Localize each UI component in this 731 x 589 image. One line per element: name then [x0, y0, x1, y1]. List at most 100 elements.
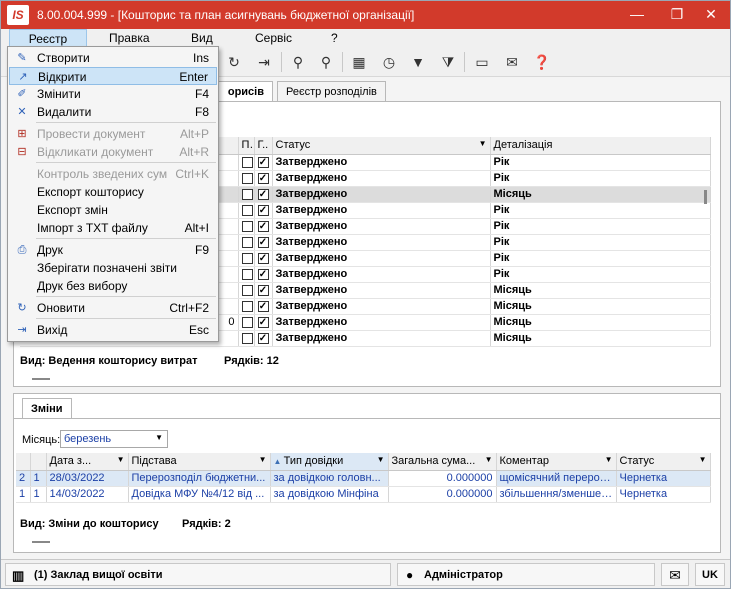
menu-item-12[interactable]: Зберігати позначені звіти: [9, 259, 217, 277]
checkbox-checked[interactable]: ✓: [257, 156, 269, 168]
splitter-handle[interactable]: [32, 378, 50, 380]
filter-icon[interactable]: ▼: [407, 51, 429, 73]
column-header-kind[interactable]: [30, 453, 47, 471]
checkbox-checked[interactable]: ✓: [257, 252, 269, 264]
checkbox-checked[interactable]: ✓: [257, 220, 269, 232]
checkbox-unchecked[interactable]: [241, 204, 253, 216]
month-select[interactable]: березень ▼: [60, 430, 168, 448]
clock-icon[interactable]: ◷: [378, 51, 400, 73]
column-header-detail[interactable]: Деталізація: [490, 137, 711, 155]
checkbox-p[interactable]: [238, 330, 255, 347]
menu-item-13[interactable]: Друк без вибору: [9, 277, 217, 295]
close-button[interactable]: ✕: [698, 3, 724, 25]
checkbox-checked[interactable]: ✓: [257, 172, 269, 184]
checkbox-p[interactable]: [238, 250, 255, 267]
refresh-icon[interactable]: ↻: [223, 51, 245, 73]
menu-item-10[interactable]: Імпорт з TXT файлу Alt+I: [9, 219, 217, 237]
column-header-status[interactable]: Статус ▼: [272, 137, 491, 155]
checkbox-p[interactable]: [238, 186, 255, 203]
checkbox-unchecked[interactable]: [241, 236, 253, 248]
menu-item-3[interactable]: ✐ Змінити F4: [9, 85, 217, 103]
checkbox-unchecked[interactable]: [241, 332, 253, 344]
menu-item-14[interactable]: ↻ Оновити Ctrl+F2: [9, 299, 217, 317]
checkbox-g[interactable]: ✓: [254, 202, 273, 219]
table-row[interactable]: 1 1 14/03/2022 Довідка МФУ №4/12 від ... за …: [16, 486, 711, 503]
column-header-g[interactable]: Г..: [254, 137, 273, 155]
checkbox-checked[interactable]: ✓: [257, 316, 269, 328]
checkbox-unchecked[interactable]: [241, 220, 253, 232]
checkbox-checked[interactable]: ✓: [257, 284, 269, 296]
checkbox-checked[interactable]: ✓: [257, 236, 269, 248]
checkbox-g[interactable]: ✓: [254, 234, 273, 251]
checkbox-g[interactable]: ✓: [254, 282, 273, 299]
grid-icon[interactable]: ▦: [348, 51, 370, 73]
column-header-p[interactable]: П..: [238, 137, 255, 155]
menu-item-8[interactable]: Експорт кошторису: [9, 183, 217, 201]
column-header-number[interactable]: [16, 453, 31, 471]
checkbox-unchecked[interactable]: [241, 268, 253, 280]
column-header-status[interactable]: Статус ▼: [616, 453, 711, 471]
column-header-date[interactable]: Дата з... ▼: [46, 453, 129, 471]
menu-item-9[interactable]: Експорт змін: [9, 201, 217, 219]
mail-icon[interactable]: ✉: [501, 51, 523, 73]
menu-help[interactable]: ?: [323, 29, 346, 47]
checkbox-unchecked[interactable]: [241, 188, 253, 200]
search-next-icon[interactable]: ⚲: [315, 51, 337, 73]
checkbox-checked[interactable]: ✓: [257, 204, 269, 216]
checkbox-p[interactable]: [238, 234, 255, 251]
menu-registry[interactable]: Реєстр: [9, 29, 87, 47]
checkbox-p[interactable]: [238, 266, 255, 283]
checkbox-unchecked[interactable]: [241, 252, 253, 264]
column-header-basis[interactable]: Підстава ▼: [128, 453, 271, 471]
organization-cell[interactable]: ▥ (1) Заклад вищої освіти: [5, 563, 391, 586]
checkbox-p[interactable]: [238, 314, 255, 331]
calculator-icon[interactable]: ▭: [471, 51, 493, 73]
column-header-sum[interactable]: Загальна сума... ▼: [388, 453, 497, 471]
checkbox-g[interactable]: ✓: [254, 170, 273, 187]
column-header-comment[interactable]: Коментар ▼: [496, 453, 617, 471]
checkbox-checked[interactable]: ✓: [257, 300, 269, 312]
menu-edit[interactable]: Правка: [101, 29, 158, 47]
checkbox-unchecked[interactable]: [241, 300, 253, 312]
checkbox-g[interactable]: ✓: [254, 154, 273, 171]
tab-allocations[interactable]: Реєстр розподілів: [277, 81, 386, 101]
checkbox-unchecked[interactable]: [241, 172, 253, 184]
checkbox-checked[interactable]: ✓: [257, 268, 269, 280]
user-cell[interactable]: ● Адміністратор: [397, 563, 655, 586]
minimize-button[interactable]: —: [624, 3, 650, 25]
checkbox-unchecked[interactable]: [241, 156, 253, 168]
checkbox-p[interactable]: [238, 202, 255, 219]
checkbox-g[interactable]: ✓: [254, 250, 273, 267]
checkbox-g[interactable]: ✓: [254, 314, 273, 331]
menu-view[interactable]: Вид: [183, 29, 221, 47]
checkbox-unchecked[interactable]: [241, 284, 253, 296]
checkbox-g[interactable]: ✓: [254, 266, 273, 283]
menu-item-15[interactable]: ⇥ Вихід Esc: [9, 321, 217, 339]
checkbox-checked[interactable]: ✓: [257, 332, 269, 344]
checkbox-g[interactable]: ✓: [254, 298, 273, 315]
checkbox-checked[interactable]: ✓: [257, 188, 269, 200]
checkbox-g[interactable]: ✓: [254, 218, 273, 235]
filter-clear-icon[interactable]: ⧩: [437, 51, 459, 73]
menu-item-2[interactable]: ↗ Відкрити Enter: [9, 67, 217, 85]
column-header-type[interactable]: ▲ Тип довідки ▼: [270, 453, 389, 471]
search-icon[interactable]: ⚲: [287, 51, 309, 73]
exit-icon[interactable]: ⇥: [253, 51, 275, 73]
restore-button[interactable]: ❐: [664, 3, 690, 25]
mail-icon[interactable]: ✉: [661, 563, 689, 586]
table-row[interactable]: 2 1 28/03/2022 Перерозподіл бюджетни... за д…: [16, 470, 711, 487]
help-icon[interactable]: ❓: [531, 51, 553, 73]
menu-service[interactable]: Сервіс: [247, 29, 300, 47]
checkbox-p[interactable]: [238, 282, 255, 299]
menu-item-4[interactable]: ✕ Видалити F8: [9, 103, 217, 121]
checkbox-g[interactable]: ✓: [254, 186, 273, 203]
menu-item-11[interactable]: ⎙ Друк F9: [9, 241, 217, 259]
checkbox-p[interactable]: [238, 218, 255, 235]
checkbox-p[interactable]: [238, 170, 255, 187]
checkbox-g[interactable]: ✓: [254, 330, 273, 347]
checkbox-p[interactable]: [238, 298, 255, 315]
checkbox-unchecked[interactable]: [241, 316, 253, 328]
scrollbar-thumb[interactable]: [704, 190, 707, 204]
tab-changes[interactable]: Зміни: [22, 398, 72, 419]
menu-item-1[interactable]: ✎ Створити Ins: [9, 49, 217, 67]
